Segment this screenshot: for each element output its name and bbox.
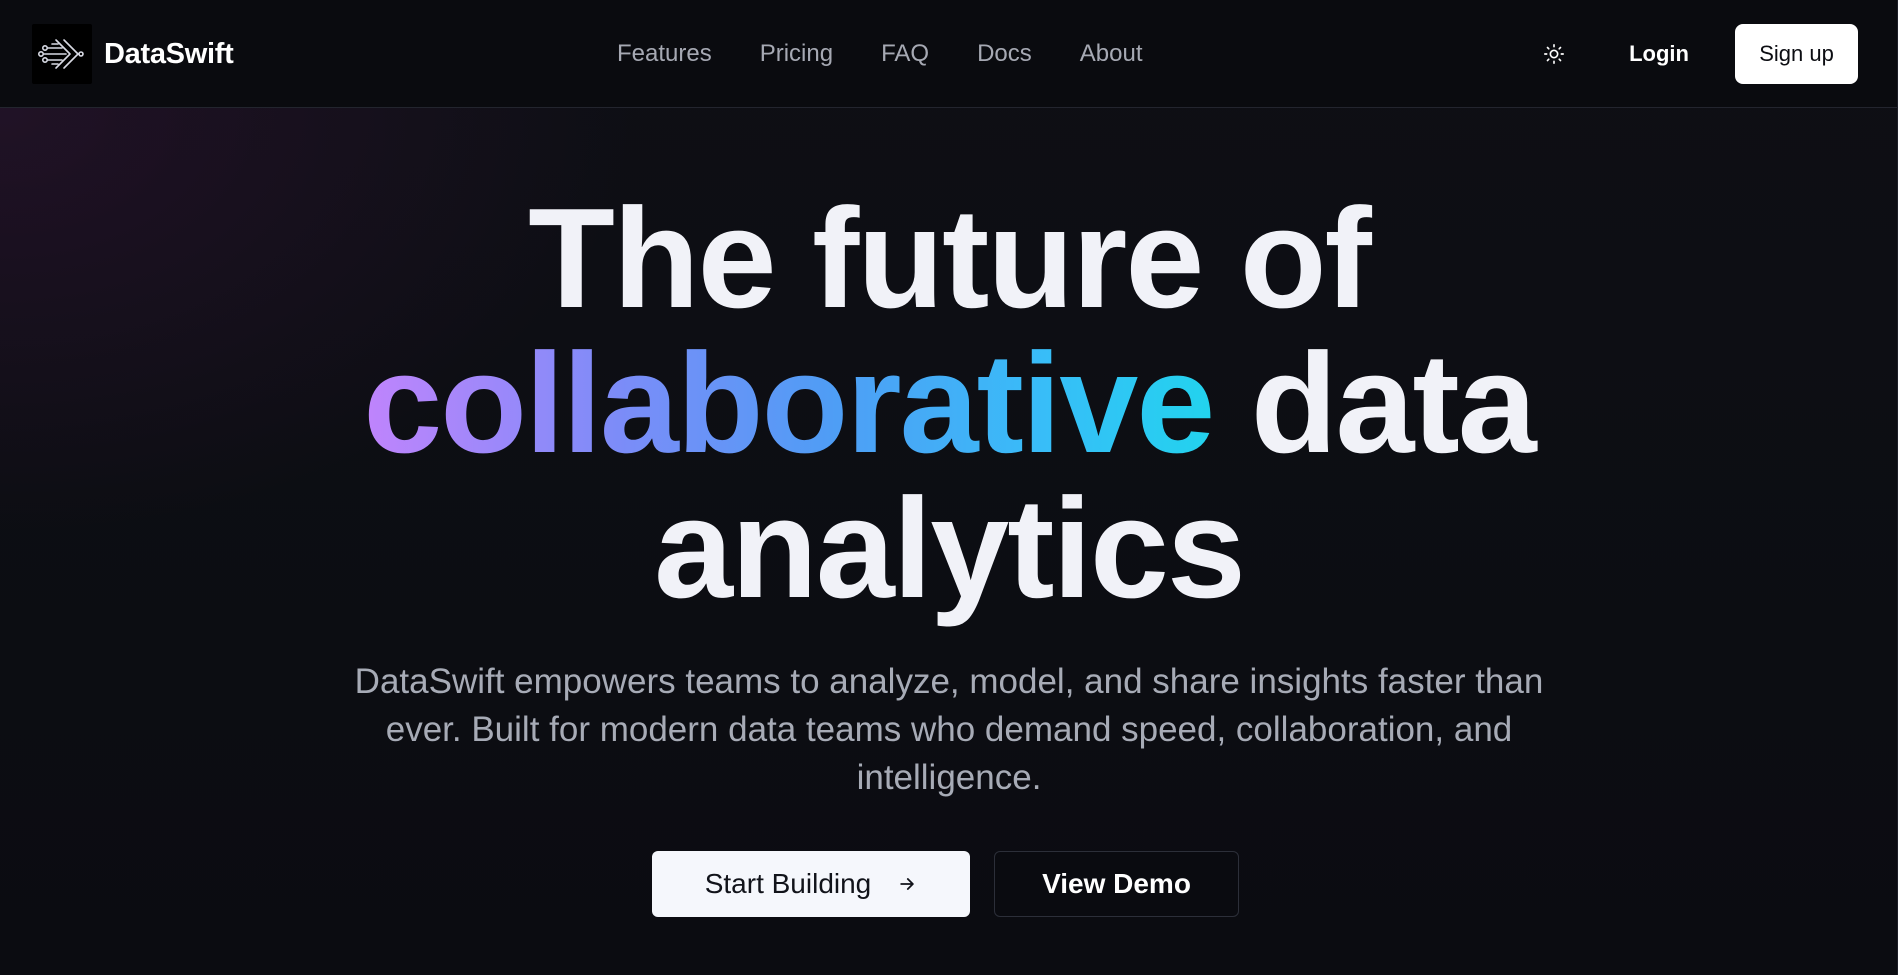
view-demo-button[interactable]: View Demo [994,851,1239,917]
hero-headline-line-2-rest: data [1250,324,1537,483]
start-building-button[interactable]: Start Building [652,851,970,917]
nav-link-faq[interactable]: FAQ [881,40,929,68]
landing-page: DataSwift Features Pricing FAQ Docs Abou… [0,0,1898,975]
top-navbar: DataSwift Features Pricing FAQ Docs Abou… [0,0,1898,108]
hero-subtitle: DataSwift empowers teams to analyze, mod… [354,662,1544,797]
hero-headline-line-3: analytics [654,469,1246,628]
hero-headline-line-2: collaborative data [0,331,1898,476]
signup-button[interactable]: Sign up [1735,24,1858,84]
main-nav: Features Pricing FAQ Docs About [617,34,1143,74]
arrow-right-icon [897,874,917,894]
brand-name: DataSwift [104,37,234,70]
hero-headline-line-1: The future of [528,179,1372,338]
sun-icon [1543,43,1565,65]
theme-toggle-button[interactable] [1534,34,1574,74]
hero-cta-group: Start Building View Demo [652,851,1239,917]
hero-highlight-word: collaborative [363,324,1215,483]
nav-link-features[interactable]: Features [617,40,712,68]
nav-link-about[interactable]: About [1080,40,1143,68]
hero-headline: The future of collaborative data analyti… [0,186,1898,621]
dataswift-logo-icon [32,24,92,84]
start-building-label: Start Building [704,868,872,899]
login-button[interactable]: Login [1612,24,1706,84]
nav-link-pricing[interactable]: Pricing [760,40,833,68]
brand-logo-link[interactable]: DataSwift [32,24,234,84]
nav-link-docs[interactable]: Docs [977,40,1032,68]
